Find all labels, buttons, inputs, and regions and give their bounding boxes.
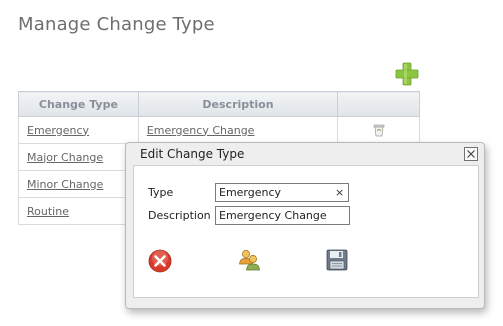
change-type-link[interactable]: Minor Change xyxy=(27,178,103,191)
column-header-change-type[interactable]: Change Type xyxy=(18,91,139,117)
type-input[interactable] xyxy=(215,183,349,202)
change-type-link[interactable]: Major Change xyxy=(27,151,103,164)
dialog-title: Edit Change Type xyxy=(140,147,245,161)
plus-icon[interactable] xyxy=(395,62,419,86)
table-cell: Major Change xyxy=(18,143,139,171)
table-cell: Minor Change xyxy=(18,170,139,198)
table-cell xyxy=(337,116,420,144)
edit-change-type-dialog: Edit Change Type Type × Description xyxy=(125,142,485,309)
table-header-row: Change Type Description xyxy=(18,91,420,117)
table-cell: Routine xyxy=(18,197,139,225)
cancel-icon[interactable] xyxy=(148,249,172,273)
change-type-link[interactable]: Emergency xyxy=(27,124,89,137)
column-header-description[interactable]: Description xyxy=(137,91,339,117)
clear-input-button[interactable]: × xyxy=(335,187,344,198)
description-input[interactable] xyxy=(215,206,350,225)
save-icon[interactable] xyxy=(325,248,349,272)
table-row: Emergency Emergency Change xyxy=(18,116,420,144)
description-link[interactable]: Emergency Change xyxy=(147,124,255,137)
dialog-body: Type × Description xyxy=(133,165,479,298)
change-type-link[interactable]: Routine xyxy=(27,205,69,218)
recycle-bin-icon[interactable] xyxy=(372,123,386,137)
table-cell: Emergency Change xyxy=(137,116,339,144)
users-icon[interactable] xyxy=(237,248,261,272)
description-label: Description xyxy=(148,209,211,222)
table-cell: Emergency xyxy=(18,116,139,144)
type-label: Type xyxy=(148,186,174,199)
close-icon[interactable] xyxy=(464,147,478,161)
column-header-actions xyxy=(337,91,420,117)
page-title: Manage Change Type xyxy=(18,14,215,35)
